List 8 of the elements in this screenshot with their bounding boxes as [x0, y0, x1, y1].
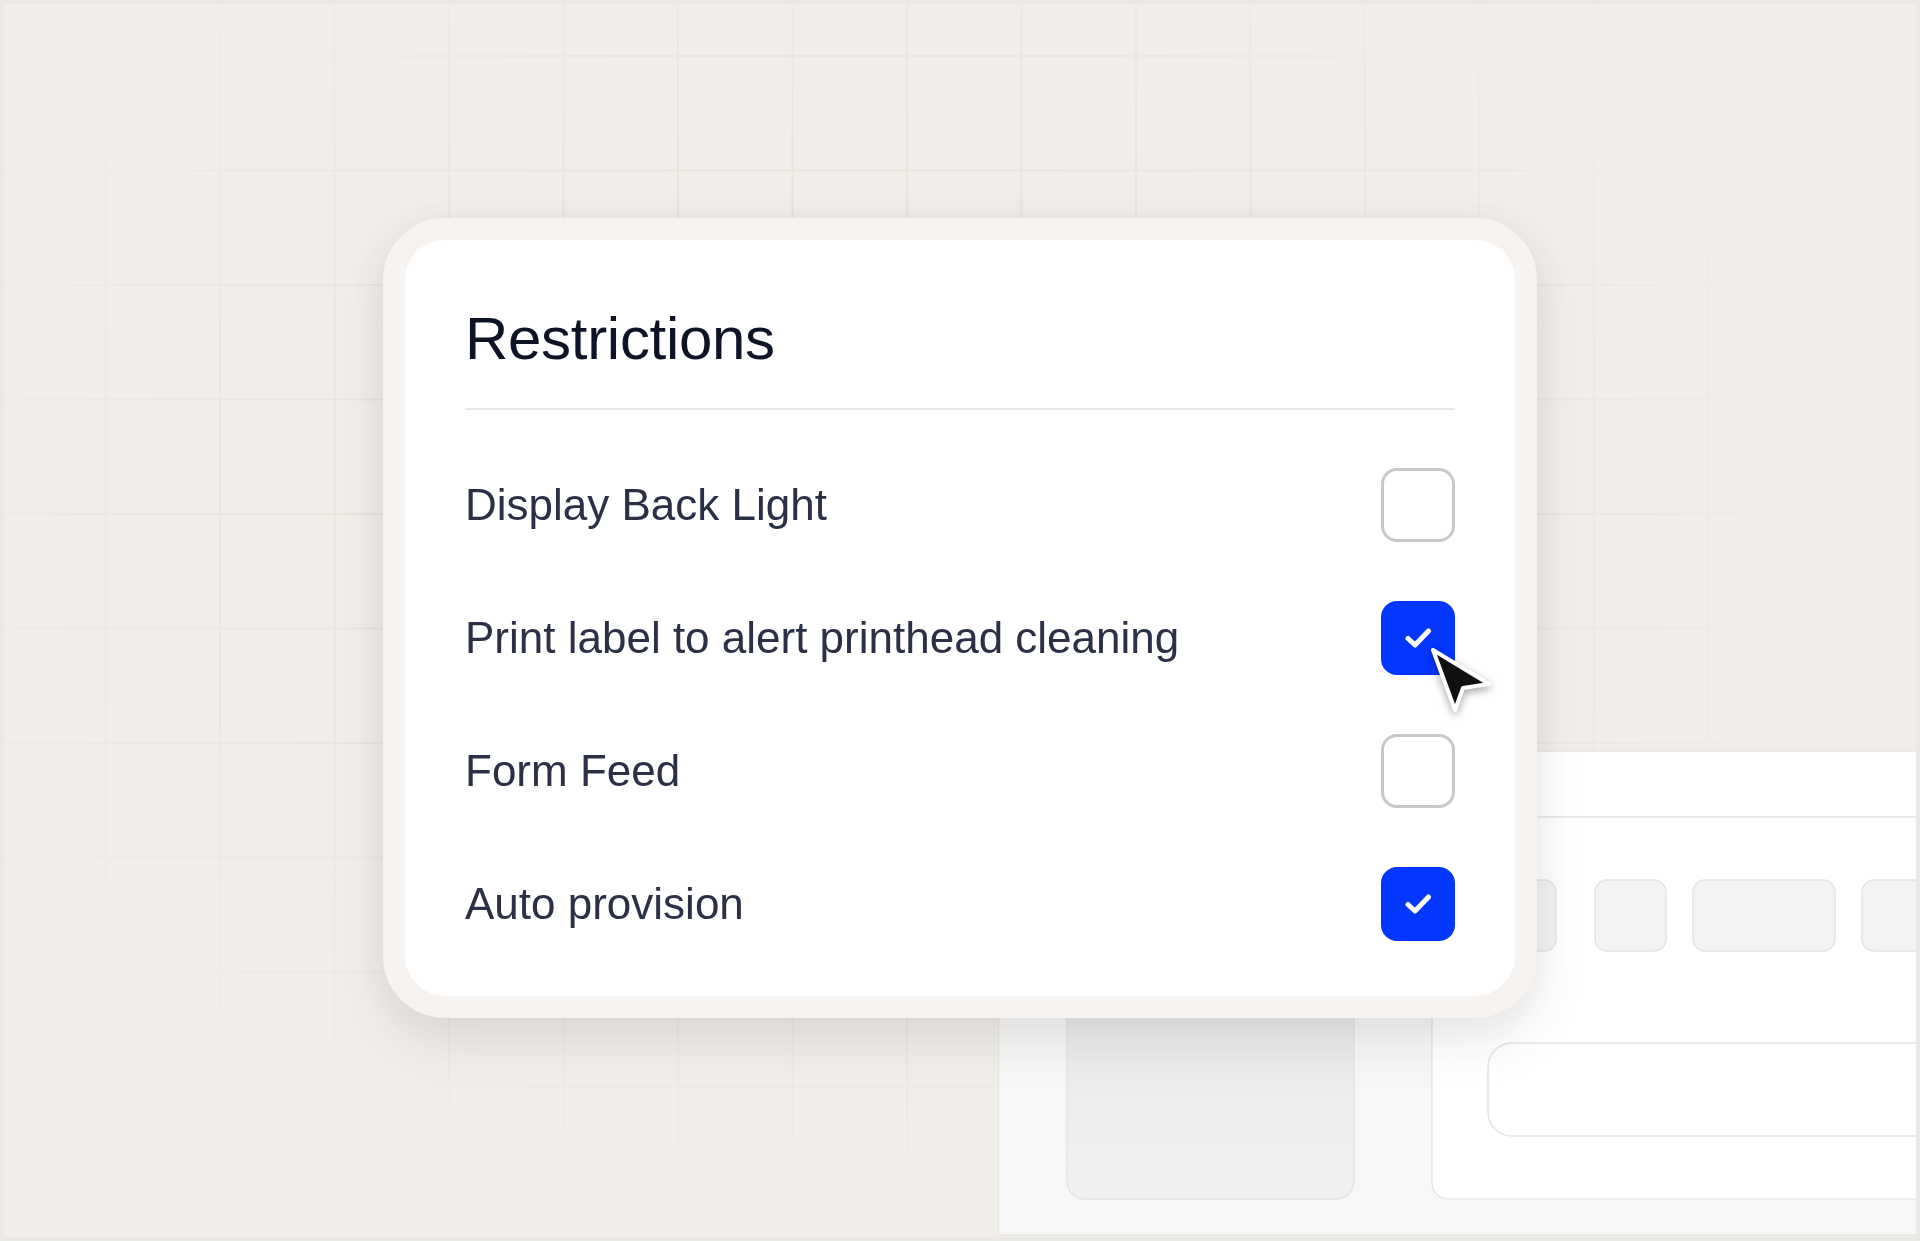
card-title: Restrictions: [465, 304, 775, 374]
option-label: Auto provision: [465, 877, 744, 930]
option-label: Form Feed: [465, 744, 681, 797]
option-label: Display Back Light: [465, 478, 827, 531]
checkbox[interactable]: [1381, 866, 1455, 941]
option-label: Print label to alert printhead cleaning: [465, 611, 1180, 664]
checkmark-icon: [1404, 892, 1432, 915]
checkmark-icon: [1404, 626, 1432, 649]
